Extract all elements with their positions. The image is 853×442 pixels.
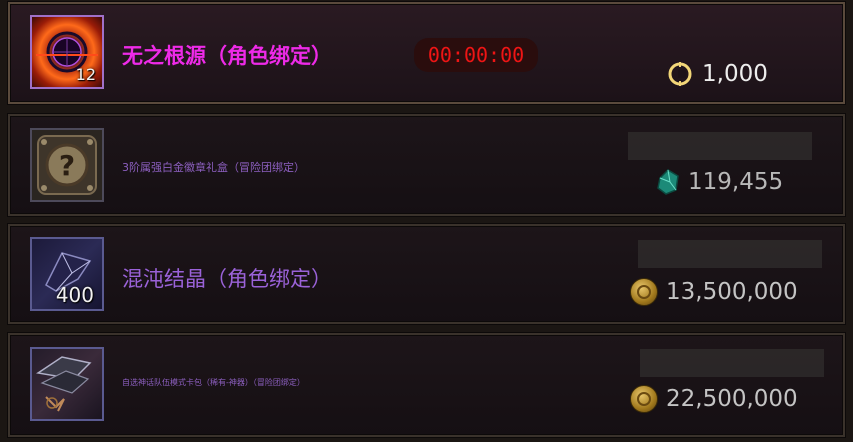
price-placeholder — [628, 132, 812, 160]
price-value: 13,500,000 — [666, 279, 798, 305]
shop-item-row[interactable]: 12 无之根源（角色绑定） 00:00:00 1,000 — [8, 2, 845, 104]
price-placeholder — [640, 349, 824, 377]
cera-point-icon — [668, 62, 692, 86]
item-price: 119,455 — [656, 168, 783, 196]
countdown-timer: 00:00:00 — [414, 38, 538, 72]
item-price: 1,000 — [666, 60, 768, 88]
dark-crystal-icon[interactable]: 400 — [30, 237, 104, 311]
item-name: 混沌结晶（角色绑定） — [122, 267, 332, 291]
item-count: 12 — [75, 65, 96, 84]
item-name: 3阶属强白金徽章礼盒（冒险团绑定） — [122, 161, 305, 174]
item-name: 无之根源（角色绑定） — [122, 44, 332, 68]
green-gem-icon — [657, 169, 679, 195]
shop-item-row[interactable]: 自选神话队伍模式卡包（稀有-神器）（冒险团绑定） 22,500,000 — [8, 333, 845, 437]
price-value: 1,000 — [702, 61, 768, 87]
gold-coin-icon — [630, 278, 658, 306]
gold-coin-icon — [630, 385, 658, 413]
item-price: 22,500,000 — [630, 385, 798, 413]
purple-orb-icon[interactable]: 12 — [30, 15, 104, 89]
shop-item-row[interactable]: 400 混沌结晶（角色绑定） 13,500,000 — [8, 224, 845, 324]
item-price: 13,500,000 — [630, 278, 798, 306]
mystery-box-icon[interactable]: ? — [30, 128, 104, 202]
item-count: 400 — [55, 283, 94, 307]
shop-item-row[interactable]: ? 3阶属强白金徽章礼盒（冒险团绑定） 119,455 — [8, 114, 845, 216]
svg-text:?: ? — [59, 149, 75, 182]
price-value: 22,500,000 — [666, 386, 798, 412]
price-placeholder — [638, 240, 822, 268]
item-name: 自选神话队伍模式卡包（稀有-神器）（冒险团绑定） — [122, 378, 305, 387]
card-pack-icon[interactable] — [30, 347, 104, 421]
price-value: 119,455 — [688, 169, 784, 195]
